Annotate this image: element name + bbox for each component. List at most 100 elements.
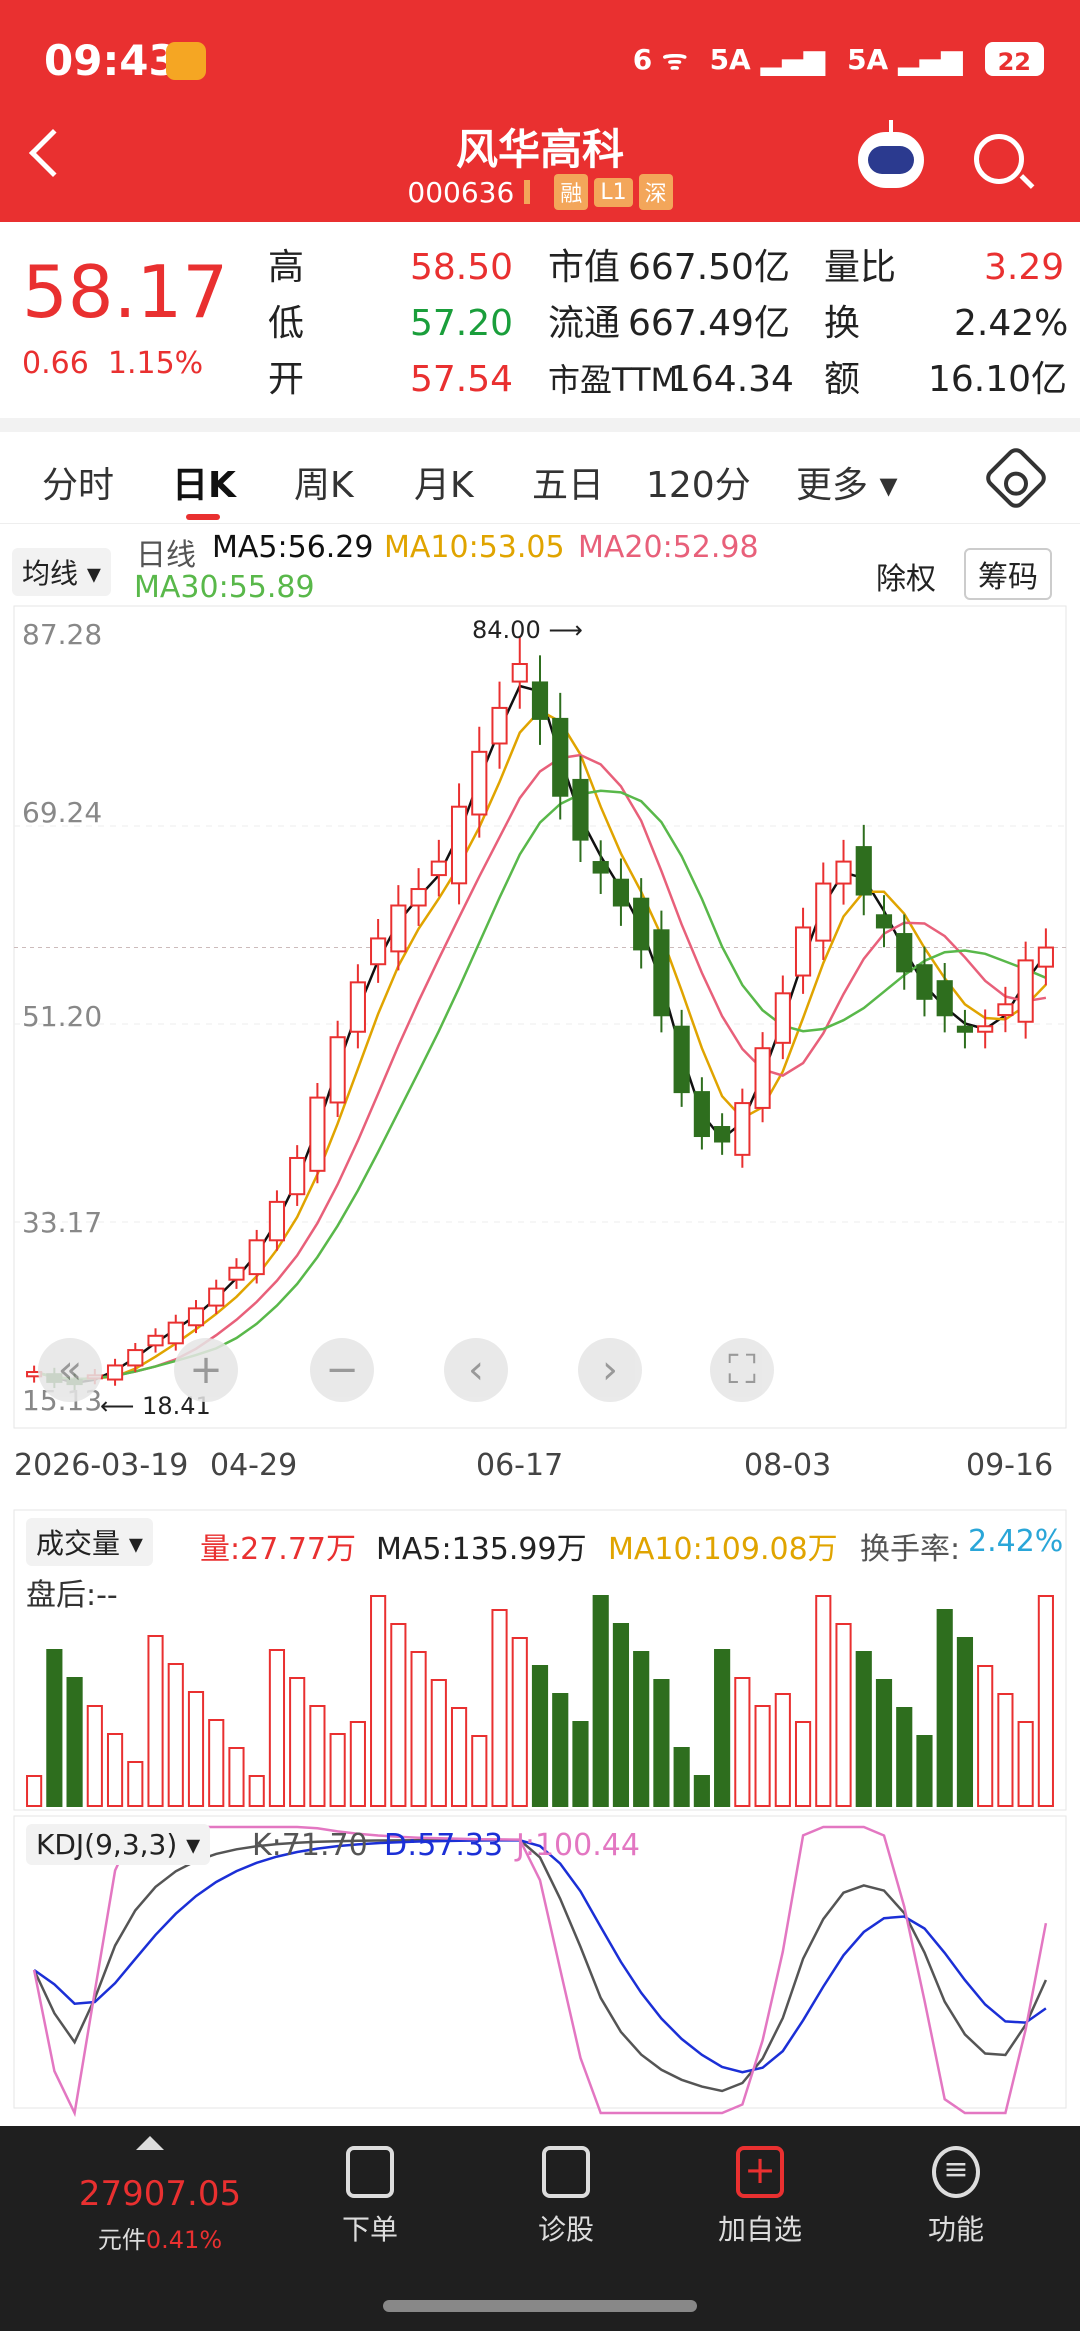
nav-diagnose[interactable]: 诊股 (496, 2146, 636, 2248)
candle-body (106, 1364, 124, 1381)
ma10-line (33, 709, 1047, 1381)
x-tick-1: 2026-03-19 (14, 1448, 189, 1483)
volume-bar (835, 1623, 852, 1807)
candle-body (956, 1025, 974, 1033)
candle-body (673, 1025, 690, 1094)
candle-body (471, 750, 488, 816)
kdj-j-value: J:100.44 (516, 1828, 640, 1863)
candle-body (875, 914, 893, 929)
volume-bar (531, 1665, 549, 1807)
volume-bar (633, 1651, 650, 1807)
x-tick-2: 04-29 (210, 1448, 298, 1483)
candle-body (208, 1287, 225, 1307)
volume-bar (410, 1651, 427, 1807)
candle-body (936, 980, 953, 1017)
volume-bar (855, 1651, 872, 1807)
volume-bar (714, 1649, 731, 1807)
volume-selector[interactable]: 成交量 ▾ (26, 1518, 153, 1566)
scroll-left-fast-icon[interactable]: « (38, 1338, 102, 1402)
volume-bar (208, 1719, 225, 1807)
nav-add-watchlist[interactable]: + 加自选 (690, 2146, 830, 2248)
volume-bar (66, 1677, 83, 1807)
volume-bar (187, 1691, 205, 1807)
candle-body (612, 878, 630, 907)
volume-bar (653, 1679, 670, 1807)
volume-bar (734, 1677, 751, 1807)
volume-bar (349, 1721, 366, 1807)
fullscreen-icon[interactable]: ⛶ (710, 1338, 774, 1402)
volume-bar (228, 1747, 245, 1807)
volume-bar (572, 1721, 589, 1807)
sector-index-label: 元件 (97, 2226, 146, 2254)
candle-body (127, 1349, 144, 1367)
volume-bar (896, 1707, 913, 1807)
zoom-in-icon[interactable]: + (174, 1338, 238, 1402)
nav-order[interactable]: 下单 (300, 2146, 440, 2248)
candle-body (450, 805, 468, 885)
ma5-line (33, 684, 1047, 1385)
candle-body (187, 1307, 205, 1327)
volume-bar (147, 1635, 164, 1807)
nav-functions[interactable]: ≡ 功能 (886, 2146, 1026, 2248)
volume-bar (815, 1595, 832, 1807)
scroll-left-icon[interactable]: ‹ (444, 1338, 508, 1402)
volume-bar (511, 1637, 528, 1807)
nav-diagnose-label: 诊股 (537, 2213, 594, 2246)
kdj-d-value: D:57.33 (384, 1828, 504, 1863)
nav-functions-label: 功能 (927, 2213, 984, 2246)
y-tick-1: 87.28 (22, 618, 103, 651)
volume-bar (592, 1595, 609, 1807)
candle-body (916, 964, 933, 1000)
order-document-icon (346, 2146, 394, 2198)
volume-bar (794, 1721, 812, 1807)
candle-body (997, 1003, 1014, 1017)
volume-bar (309, 1705, 326, 1807)
candle-body (531, 681, 549, 720)
zoom-out-icon[interactable]: − (310, 1338, 374, 1402)
candle-body (410, 888, 427, 907)
candle-body (167, 1321, 184, 1345)
volume-bar (26, 1775, 43, 1807)
stock-charts (13, 605, 1067, 2118)
y-tick-3: 51.20 (22, 1000, 103, 1033)
volume-ma5: MA5:135.99万 (376, 1532, 587, 1567)
volume-bar (977, 1665, 994, 1807)
volume-bar (329, 1733, 346, 1807)
x-tick-4: 08-03 (744, 1448, 832, 1483)
candle-body (511, 663, 528, 683)
volume-bar (754, 1705, 771, 1807)
add-plus-icon: + (736, 2146, 784, 2198)
expand-arrow-icon[interactable] (136, 2136, 164, 2150)
candle-body (977, 1025, 994, 1033)
volume-bar (774, 1693, 791, 1807)
turnover-label: 换手率: (860, 1532, 961, 1567)
candle-body (774, 992, 791, 1044)
indicator-selector[interactable]: KDJ(9,3,3) ▾ (26, 1824, 211, 1865)
sector-index[interactable]: 27907.05 元件0.41% (60, 2174, 260, 2255)
volume-bar (1037, 1595, 1054, 1807)
candle-body (147, 1334, 164, 1347)
candle-body (1017, 959, 1034, 1023)
volume-bar (390, 1623, 407, 1807)
candle-body (349, 981, 366, 1033)
home-indicator[interactable] (383, 2300, 697, 2312)
volume-value: 量:27.77万 (200, 1532, 356, 1567)
kdj-j-line (32, 1825, 1048, 2118)
sector-index-value: 27907.05 (78, 2174, 242, 2214)
volume-bar (491, 1609, 508, 1807)
candle-body (815, 882, 832, 942)
nav-order-label: 下单 (341, 2213, 398, 2246)
candle-body (896, 933, 913, 973)
candle-body (835, 860, 852, 885)
candle-body (309, 1096, 326, 1172)
volume-bar (916, 1735, 933, 1807)
volume-bar (430, 1679, 447, 1807)
candle-body (248, 1239, 265, 1276)
turnover-value: 2.42% (968, 1524, 1064, 1559)
volume-bar (471, 1735, 488, 1807)
volume-bar (673, 1747, 690, 1807)
volume-bar (127, 1761, 144, 1807)
kdj-lines (32, 1825, 1048, 2118)
candle-body (228, 1266, 245, 1281)
scroll-right-icon[interactable]: › (578, 1338, 642, 1402)
